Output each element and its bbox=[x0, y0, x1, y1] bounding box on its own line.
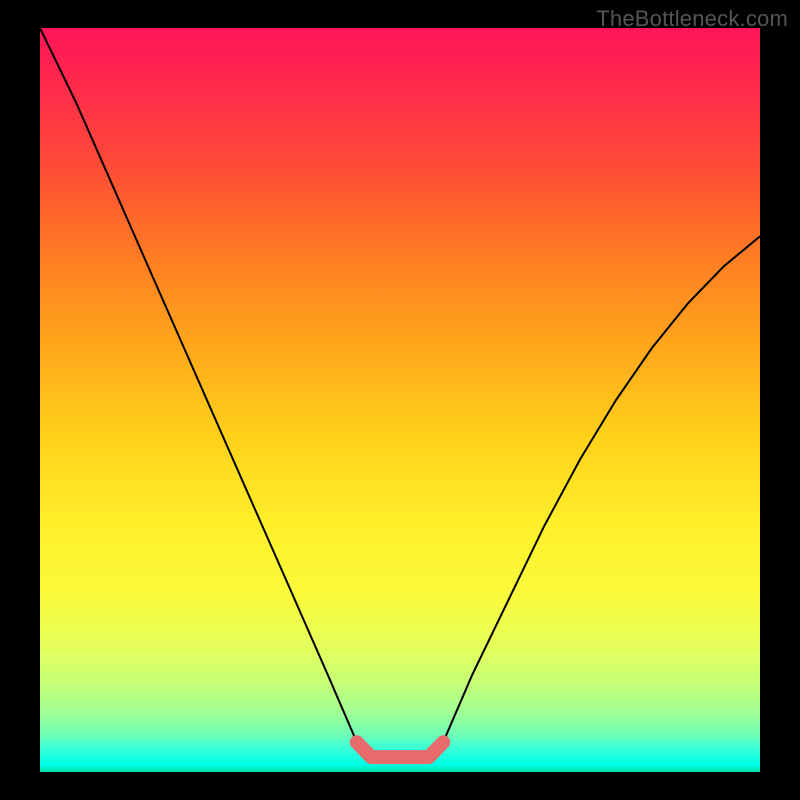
chart-frame: TheBottleneck.com bbox=[0, 0, 800, 800]
plot-area bbox=[40, 28, 760, 772]
watermark-text: TheBottleneck.com bbox=[596, 6, 788, 32]
highlight-valley bbox=[357, 742, 443, 757]
bottleneck-curve bbox=[40, 28, 760, 757]
chart-svg bbox=[40, 28, 760, 772]
